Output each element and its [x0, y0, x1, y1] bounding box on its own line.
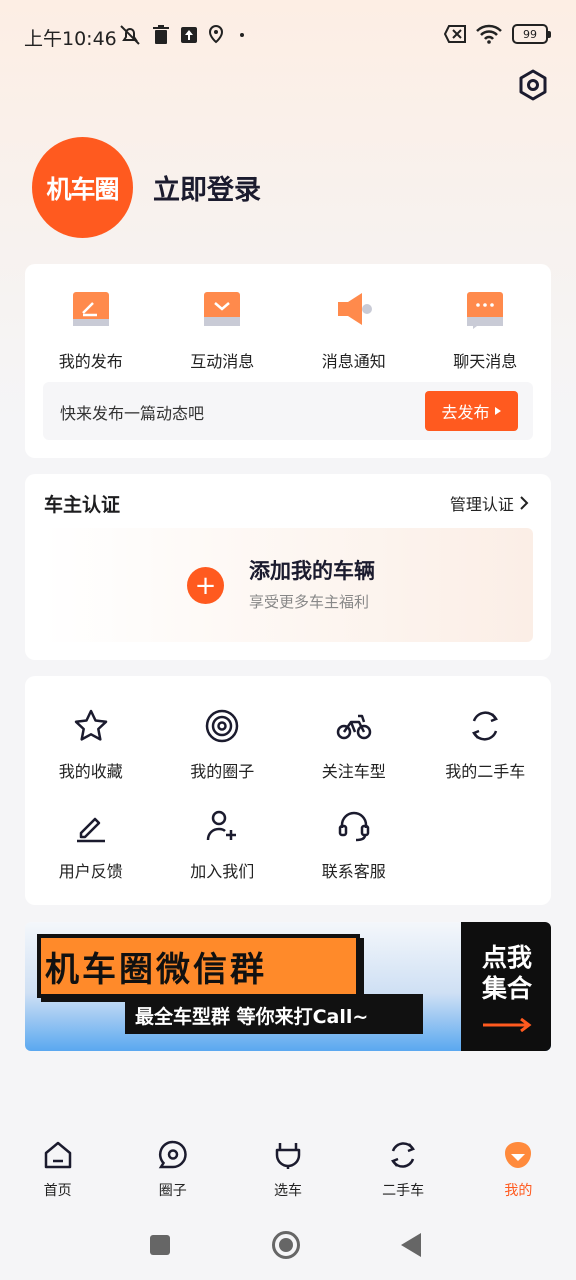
tab-label: 首页 — [43, 1183, 72, 1199]
settings-icon[interactable] — [516, 68, 550, 102]
add-vehicle-title: 添加我的车辆 — [249, 559, 375, 583]
upload-icon — [181, 27, 197, 43]
app-logo: 机车圈 — [32, 137, 133, 238]
service-used-cars[interactable]: 我的二手车 — [420, 706, 552, 806]
circle-icon — [158, 1140, 187, 1169]
tab-label: 选车 — [273, 1183, 302, 1199]
dot-icon — [240, 33, 244, 37]
service-favorites[interactable]: 我的收藏 — [25, 706, 157, 806]
banner-cta[interactable]: 点我 集合 — [477, 942, 537, 1004]
cycle-icon — [391, 1142, 416, 1168]
add-vehicle-button[interactable]: + 添加我的车辆 享受更多车主福利 — [43, 528, 533, 642]
megaphone-icon — [337, 293, 372, 325]
cycle-arrows-icon — [472, 711, 499, 741]
pencil-icon — [76, 817, 105, 843]
caret-right-icon — [494, 407, 501, 415]
quick-item-label: 聊天消息 — [453, 352, 518, 371]
manage-cert-label: 管理认证 — [449, 495, 514, 514]
location-icon — [208, 25, 224, 44]
quick-item-label: 消息通知 — [321, 352, 386, 371]
tab-choose-car[interactable]: 选车 — [230, 1130, 345, 1210]
publish-button-label: 去发布 — [441, 403, 490, 422]
status-bar: 上午10:46 99 — [0, 0, 576, 72]
message-box-icon — [204, 292, 241, 326]
chevron-right-icon — [520, 496, 529, 510]
service-label: 加入我们 — [190, 862, 255, 881]
home-button[interactable] — [272, 1231, 300, 1259]
edit-doc-icon — [72, 292, 109, 326]
tab-used-cars[interactable]: 二手车 — [346, 1130, 461, 1210]
motorcycle-icon — [336, 714, 371, 740]
mute-icon — [120, 25, 140, 45]
service-followed-models[interactable]: 关注车型 — [288, 706, 420, 806]
circle-target-icon — [206, 709, 239, 743]
sim-off-icon — [444, 25, 466, 43]
wifi-icon — [476, 24, 502, 44]
add-vehicle-subtitle: 享受更多车主福利 — [249, 593, 370, 611]
banner-cta-line1: 点我 — [481, 943, 532, 972]
quick-actions-card: 我的发布 互动消息 消息通知 聊天消息 快来发布一篇动态吧 去发布 — [25, 264, 551, 458]
profile-header[interactable]: 机车圈 立即登录 — [32, 137, 261, 238]
quick-item-interactions[interactable]: 互动消息 — [157, 286, 289, 372]
banner-subtitle: 最全车型群 等你来打Call~ — [135, 1006, 369, 1028]
quick-item-label: 互动消息 — [190, 352, 255, 371]
service-my-circles[interactable]: 我的圈子 — [157, 706, 289, 806]
system-nav-bar — [0, 1215, 576, 1275]
arrow-right-icon — [483, 1018, 532, 1032]
star-icon — [74, 709, 107, 741]
tab-label: 圈子 — [158, 1183, 187, 1199]
manage-cert-link[interactable]: 管理认证 — [450, 491, 529, 515]
service-label: 我的圈子 — [190, 762, 255, 781]
service-label: 关注车型 — [321, 762, 386, 781]
service-label: 联系客服 — [321, 862, 386, 881]
wechat-group-banner[interactable]: 机车圈微信群 最全车型群 等你来打Call~ 点我 集合 — [25, 922, 551, 1051]
tab-label: 二手车 — [382, 1183, 425, 1199]
battery-indicator: 99 — [512, 24, 551, 44]
service-label: 用户反馈 — [58, 862, 123, 881]
recent-apps-button[interactable] — [150, 1235, 170, 1255]
plug-icon — [275, 1143, 301, 1169]
home-icon — [44, 1141, 71, 1169]
service-join-us[interactable]: 加入我们 — [157, 806, 289, 906]
add-user-icon — [207, 810, 237, 841]
tab-profile[interactable]: 我的 — [461, 1130, 576, 1210]
tab-home[interactable]: 首页 — [0, 1130, 115, 1210]
tab-label: 我的 — [504, 1183, 533, 1199]
chat-bubble-icon — [467, 292, 504, 329]
status-right-icons: 99 — [444, 24, 551, 44]
quick-item-notifications[interactable]: 消息通知 — [288, 286, 420, 372]
status-left-icons — [118, 24, 250, 46]
plus-icon: + — [187, 567, 224, 604]
quick-item-chat[interactable]: 聊天消息 — [420, 286, 552, 372]
trash-icon — [153, 25, 169, 44]
profile-icon — [505, 1142, 532, 1168]
quick-item-my-posts[interactable]: 我的发布 — [25, 286, 157, 372]
service-customer-support[interactable]: 联系客服 — [288, 806, 420, 906]
bottom-tab-bar: 首页 圈子 选车 二手车 我的 — [0, 1130, 576, 1210]
back-button[interactable] — [401, 1233, 421, 1257]
banner-cta-line2: 集合 — [481, 974, 532, 1003]
owner-cert-title: 车主认证 — [44, 494, 121, 516]
owner-cert-card: 车主认证 管理认证 + 添加我的车辆 享受更多车主福利 — [25, 474, 551, 660]
publish-prompt: 快来发布一篇动态吧 — [60, 404, 205, 423]
publish-prompt-bar[interactable]: 快来发布一篇动态吧 去发布 — [43, 382, 533, 440]
services-card: 我的收藏 我的圈子 关注车型 我的二手车 用户反馈 加入我们 联系客服 — [25, 676, 551, 905]
banner-title: 机车圈微信群 — [45, 950, 267, 990]
app-logo-text: 机车圈 — [46, 174, 119, 204]
publish-button[interactable]: 去发布 — [425, 391, 518, 431]
login-button[interactable]: 立即登录 — [153, 168, 261, 207]
headset-icon — [338, 811, 369, 842]
service-label: 我的收藏 — [58, 762, 123, 781]
status-time: 上午10:46 — [24, 28, 117, 50]
service-feedback[interactable]: 用户反馈 — [25, 806, 157, 906]
quick-item-label: 我的发布 — [58, 352, 123, 371]
service-label: 我的二手车 — [445, 762, 526, 781]
tab-circles[interactable]: 圈子 — [115, 1130, 230, 1210]
